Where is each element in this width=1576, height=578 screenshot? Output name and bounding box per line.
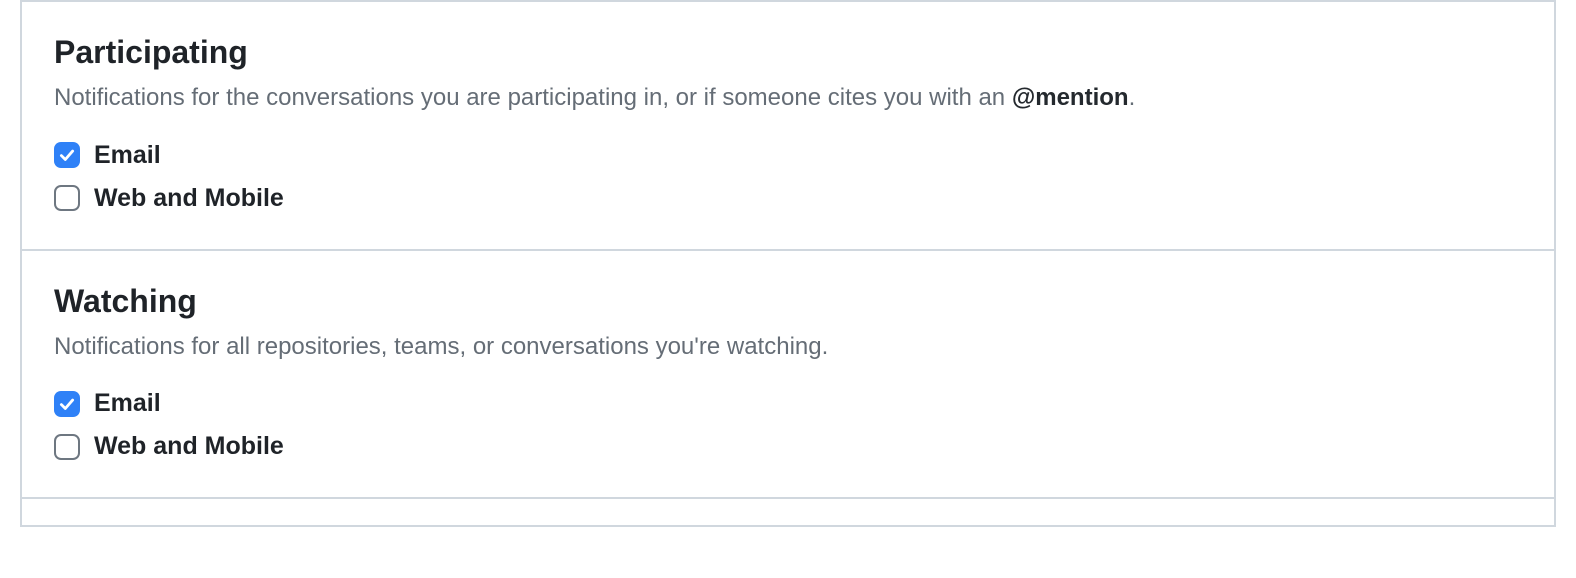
watching-section: Watching Notifications for all repositor… [22, 249, 1554, 498]
checkbox-unchecked-icon[interactable] [54, 434, 80, 460]
participating-email-option[interactable]: Email [54, 141, 1522, 170]
checkbox-unchecked-icon[interactable] [54, 185, 80, 211]
next-section-fragment [22, 497, 1554, 527]
participating-title: Participating [54, 34, 1522, 71]
settings-panel: Participating Notifications for the conv… [20, 0, 1556, 527]
watching-web-label: Web and Mobile [94, 432, 284, 461]
watching-web-option[interactable]: Web and Mobile [54, 432, 1522, 461]
watching-email-option[interactable]: Email [54, 389, 1522, 418]
participating-desc-suffix: . [1129, 84, 1136, 111]
participating-web-option[interactable]: Web and Mobile [54, 184, 1522, 213]
watching-email-label: Email [94, 389, 161, 418]
participating-desc-mention: @mention [1012, 84, 1129, 111]
checkmark-icon[interactable] [54, 142, 80, 168]
checkmark-icon[interactable] [54, 391, 80, 417]
participating-web-label: Web and Mobile [94, 184, 284, 213]
participating-description: Notifications for the conversations you … [54, 81, 1522, 115]
watching-description: Notifications for all repositories, team… [54, 330, 1522, 364]
participating-section: Participating Notifications for the conv… [22, 0, 1554, 249]
participating-email-label: Email [94, 141, 161, 170]
watching-title: Watching [54, 283, 1522, 320]
participating-desc-text: Notifications for the conversations you … [54, 84, 1012, 111]
